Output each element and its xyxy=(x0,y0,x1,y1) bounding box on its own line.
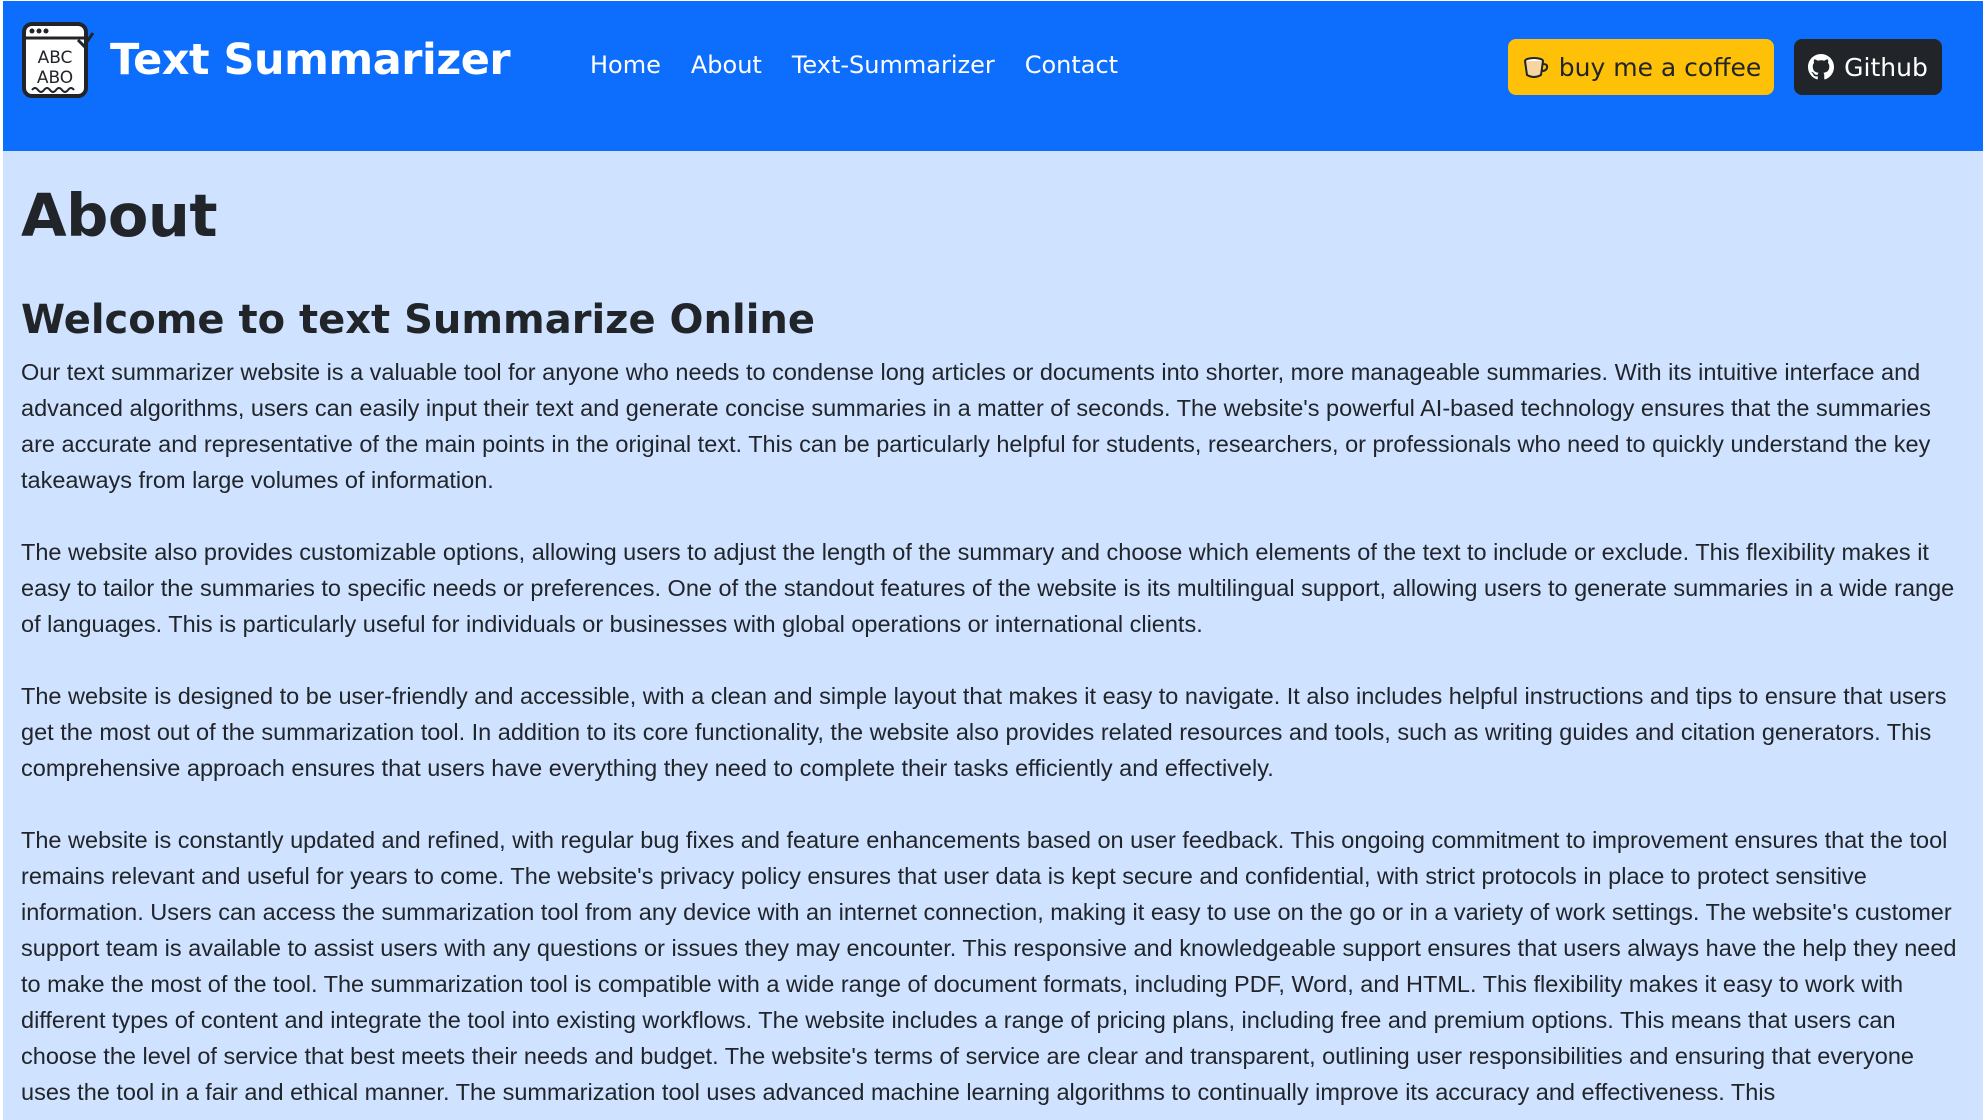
main-content: About Welcome to text Summarize Online O… xyxy=(21,151,1971,1110)
github-button[interactable]: Github xyxy=(1794,39,1942,95)
nav-link-contact[interactable]: Contact xyxy=(1025,51,1118,79)
about-paragraph-4: The website is constantly updated and re… xyxy=(21,827,1957,1105)
nav-link-text-summarizer[interactable]: Text-Summarizer xyxy=(792,51,995,79)
logo-text-bottom: ABO xyxy=(37,68,73,88)
github-label: Github xyxy=(1844,52,1928,82)
nav-link-home[interactable]: Home xyxy=(590,51,661,79)
abc-document-icon[interactable]: ABC ABO xyxy=(21,21,95,99)
about-paragraph-1: Our text summarizer website is a valuabl… xyxy=(21,359,1931,493)
nav-link-about[interactable]: About xyxy=(691,51,762,79)
navbar: ABC ABO Text Summarizer Home About Text-… xyxy=(3,1,1983,151)
about-paragraph-3: The website is designed to be user-frien… xyxy=(21,683,1947,781)
github-icon xyxy=(1808,54,1835,80)
welcome-heading: Welcome to text Summarize Online xyxy=(21,297,816,343)
page: ABC ABO Text Summarizer Home About Text-… xyxy=(3,1,1983,1120)
buy-me-a-coffee-label: buy me a coffee xyxy=(1558,52,1762,82)
coffee-cup-icon xyxy=(1523,57,1548,78)
brand-title[interactable]: Text Summarizer xyxy=(110,35,511,85)
about-paragraph-2: The website also provides customizable o… xyxy=(21,539,1955,637)
buy-me-a-coffee-button[interactable]: buy me a coffee xyxy=(1508,39,1774,95)
logo-text-top: ABC xyxy=(38,48,73,68)
page-title: About xyxy=(21,181,218,250)
nav-links: Home About Text-Summarizer Contact xyxy=(590,51,1118,79)
